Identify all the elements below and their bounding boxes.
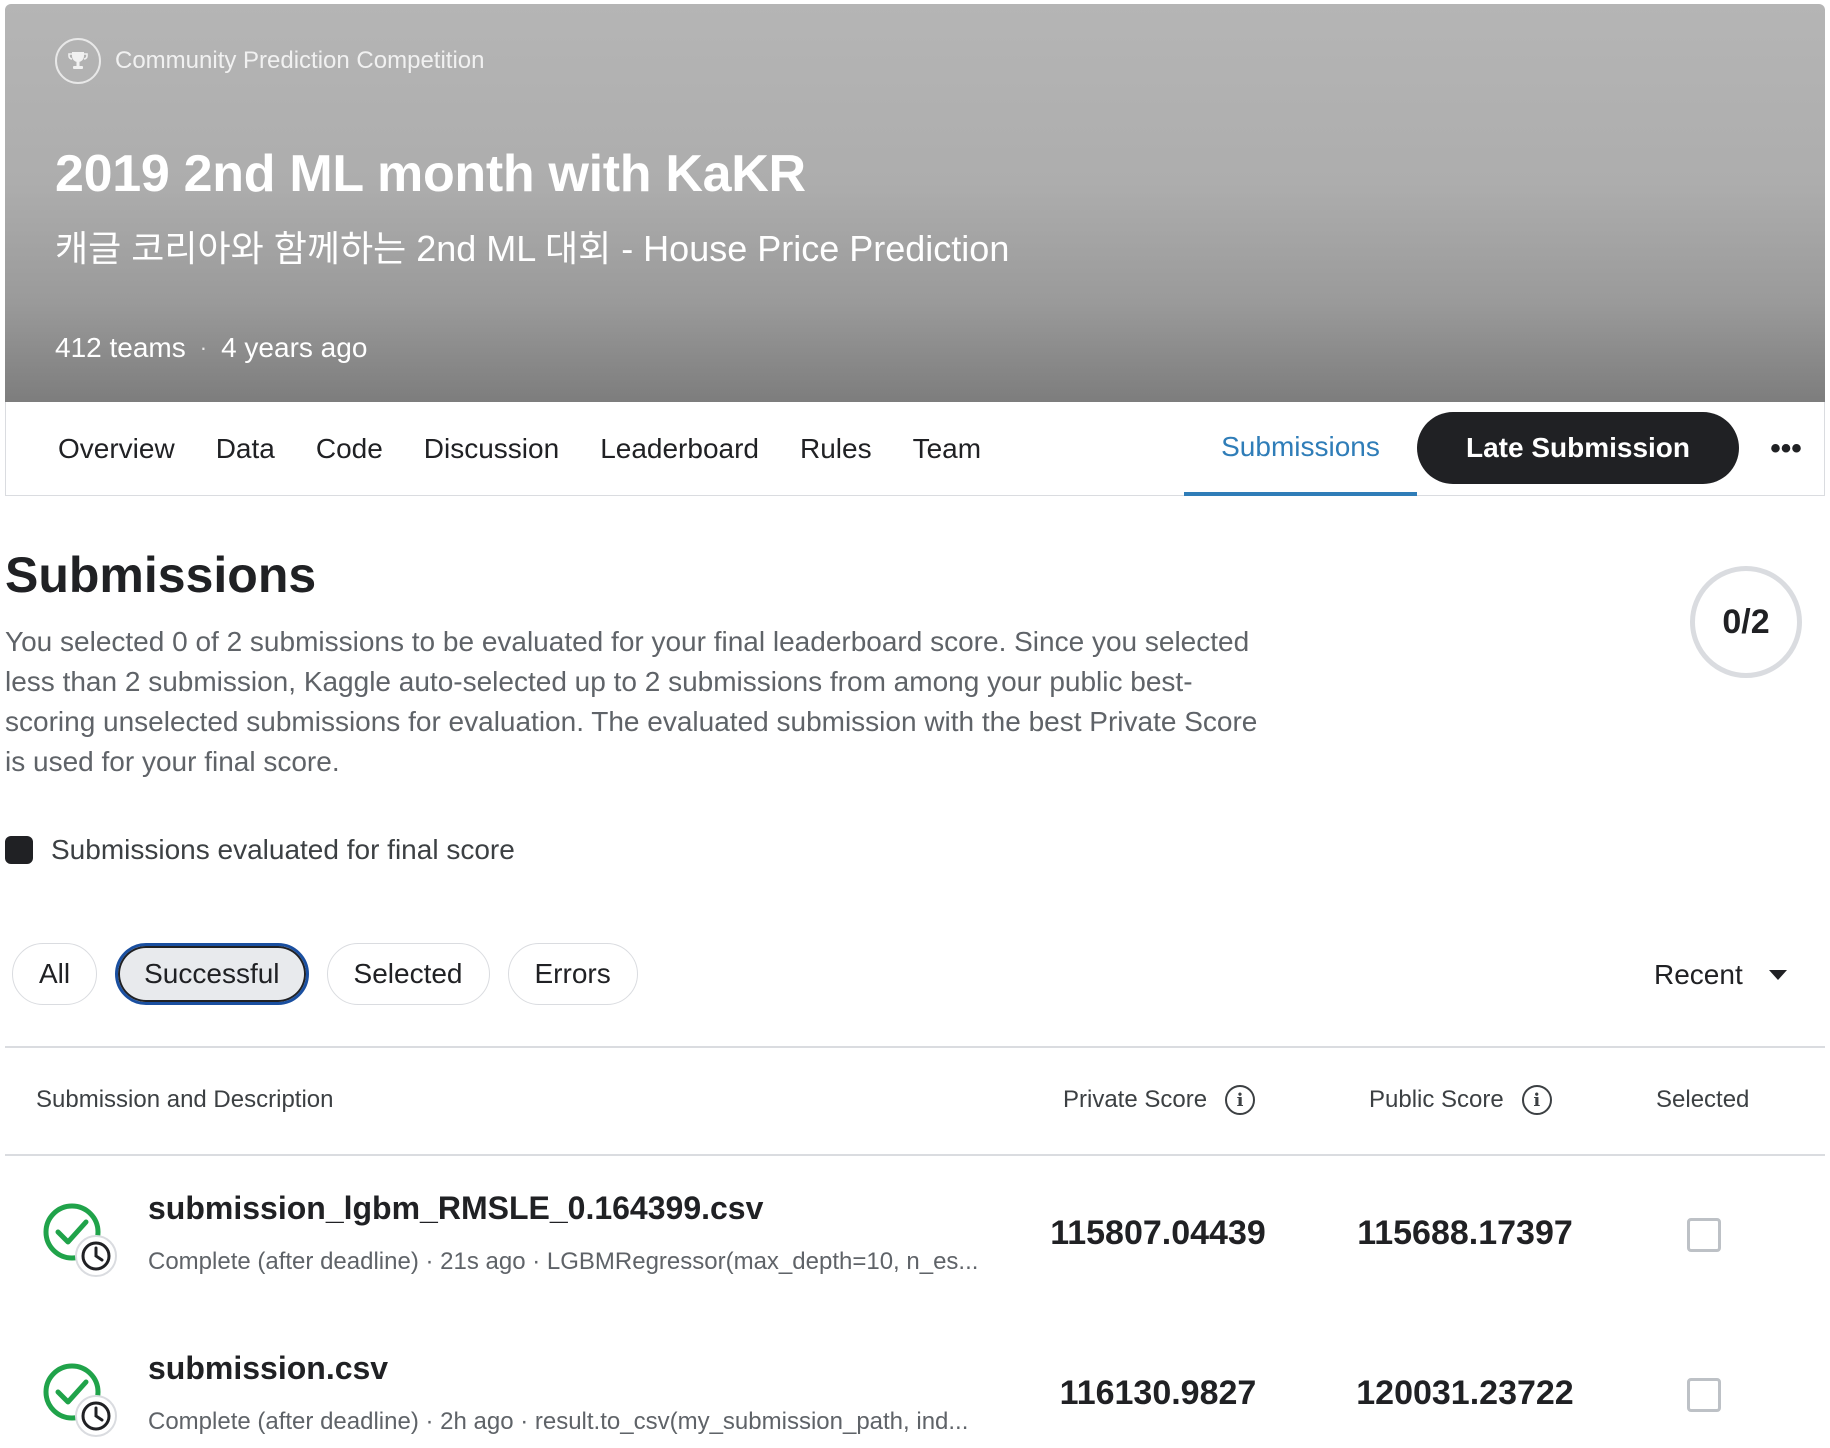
competition-nav: Overview Data Code Discussion Leaderboar… <box>5 402 1825 496</box>
private-score: 115807.04439 <box>1050 1214 1266 1252</box>
submission-detail: Complete (after deadline) · 2h ago · res… <box>148 1408 969 1435</box>
more-options-icon[interactable]: ••• <box>1761 424 1811 474</box>
select-checkbox[interactable] <box>1687 1378 1721 1412</box>
column-header-selected: Selected <box>1656 1080 1749 1120</box>
sort-dropdown[interactable]: Recent <box>1654 950 1787 1000</box>
submission-filters: All Successful Selected Errors <box>12 943 638 1005</box>
tab-data[interactable]: Data <box>216 433 275 465</box>
tab-submissions[interactable]: Submissions <box>1184 402 1417 496</box>
tab-discussion[interactable]: Discussion <box>424 433 559 465</box>
complete-late-status-icon <box>43 1203 117 1277</box>
column-label: Public Score <box>1369 1086 1504 1113</box>
select-checkbox[interactable] <box>1687 1218 1721 1252</box>
submission-detail: Complete (after deadline) · 21s ago · LG… <box>148 1248 979 1275</box>
legend-label: Submissions evaluated for final score <box>51 834 515 865</box>
filter-errors[interactable]: Errors <box>507 943 638 1005</box>
competition-meta: 412 teams · 4 years ago <box>55 332 367 364</box>
column-label: Selected <box>1656 1086 1750 1113</box>
info-icon[interactable]: i <box>1225 1085 1256 1115</box>
tab-overview[interactable]: Overview <box>58 433 175 465</box>
tab-code[interactable]: Code <box>316 433 383 465</box>
late-submission-button[interactable]: Late Submission <box>1417 412 1739 484</box>
selected-count-ring: 0/2 <box>1690 566 1802 678</box>
tab-team[interactable]: Team <box>913 433 981 465</box>
tab-rules[interactable]: Rules <box>800 433 872 465</box>
page-title: Submissions <box>5 547 317 603</box>
info-icon[interactable]: i <box>1521 1085 1552 1115</box>
private-score: 116130.9827 <box>1059 1374 1257 1412</box>
tab-leaderboard[interactable]: Leaderboard <box>600 433 759 465</box>
final-score-legend: Submissions evaluated for final score <box>5 834 515 866</box>
competition-header: Community Prediction Competition 2019 2n… <box>5 4 1825 402</box>
nav-tabs: Overview Data Code Discussion Leaderboar… <box>58 402 1022 496</box>
column-label: Submission and Description <box>36 1086 334 1113</box>
filter-successful[interactable]: Successful <box>115 943 309 1005</box>
filter-selected[interactable]: Selected <box>326 943 490 1005</box>
submission-name[interactable]: submission.csv <box>148 1350 388 1387</box>
competition-age: 4 years ago <box>221 332 368 363</box>
meta-separator: · <box>199 335 208 360</box>
column-header-public-score: Public Score i <box>1369 1080 1552 1120</box>
column-header-private-score: Private Score i <box>1063 1080 1256 1120</box>
teams-count: 412 teams <box>55 332 186 363</box>
submissions-description: You selected 0 of 2 submissions to be ev… <box>5 626 1258 777</box>
submission-name[interactable]: submission_lgbm_RMSLE_0.164399.csv <box>148 1190 763 1227</box>
competition-type-badge: Community Prediction Competition <box>55 38 484 84</box>
column-label: Private Score <box>1063 1086 1208 1113</box>
divider <box>5 1046 1825 1048</box>
complete-late-status-icon <box>43 1363 117 1437</box>
filter-all[interactable]: All <box>12 943 98 1005</box>
sort-label: Recent <box>1654 959 1743 990</box>
column-header-description: Submission and Description <box>36 1080 333 1120</box>
competition-title: 2019 2nd ML month with KaKR <box>55 145 806 203</box>
public-score: 115688.17397 <box>1357 1214 1573 1252</box>
legend-swatch <box>5 836 33 864</box>
divider <box>5 1154 1825 1156</box>
public-score: 120031.23722 <box>1356 1374 1574 1412</box>
competition-subtitle: 캐글 코리아와 함께하는 2nd ML 대회 - House Price Pre… <box>55 228 1010 269</box>
competition-type-label: Community Prediction Competition <box>115 47 485 74</box>
chevron-down-icon <box>1768 970 1787 980</box>
trophy-icon <box>55 38 101 84</box>
